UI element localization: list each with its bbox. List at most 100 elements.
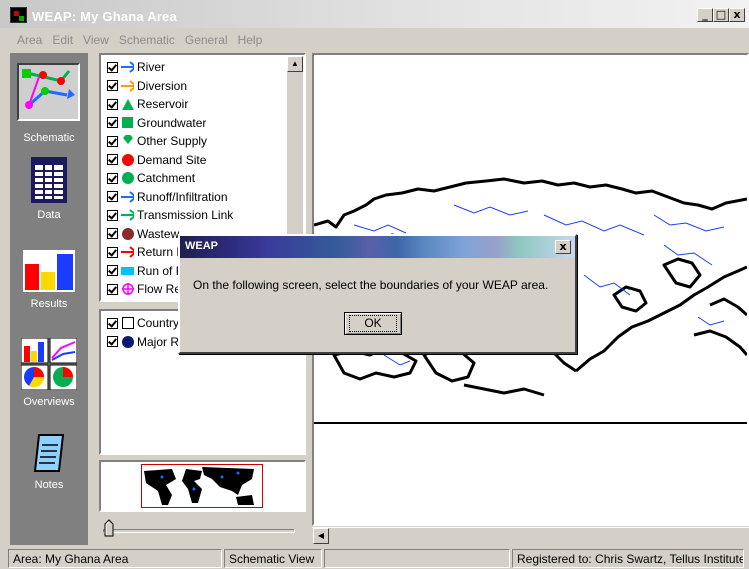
scroll-up-icon[interactable]: ▲ bbox=[287, 56, 303, 72]
legend-label: Transmission Link bbox=[137, 208, 234, 223]
legend-label: Demand Site bbox=[137, 152, 207, 167]
weap-app-icon bbox=[10, 7, 27, 23]
status-bar: Area: My Ghana Area Schematic View Regis… bbox=[0, 547, 749, 569]
legend-list: Country Major Ri bbox=[107, 314, 182, 351]
view-bar: Schematic Data Results Overviews Notes bbox=[10, 53, 88, 545]
legend-checkbox[interactable] bbox=[107, 317, 118, 329]
legend-item-runoff[interactable]: Runoff/Infiltration bbox=[107, 188, 233, 207]
menu-general[interactable]: General bbox=[185, 33, 228, 47]
menu-view[interactable]: View bbox=[83, 33, 109, 47]
country-square-icon bbox=[121, 317, 134, 330]
legend-item-major-rivers[interactable]: Major Ri bbox=[107, 333, 182, 352]
reservoir-triangle-icon bbox=[121, 98, 134, 111]
data-icon bbox=[31, 157, 67, 203]
ok-button[interactable]: OK bbox=[344, 312, 402, 335]
map-horizontal-scrollbar[interactable]: ◀ bbox=[312, 527, 749, 544]
return-flow-arrow-icon bbox=[121, 246, 134, 259]
thumbnail-world-icon bbox=[144, 467, 254, 505]
close-button[interactable]: x bbox=[729, 8, 745, 22]
flow-requirement-target-icon bbox=[121, 283, 134, 296]
maximize-button[interactable]: □ bbox=[713, 8, 729, 22]
ok-button-label: OK bbox=[349, 315, 397, 332]
legend-checkbox[interactable] bbox=[107, 283, 118, 295]
menu-area[interactable]: Area bbox=[17, 33, 42, 47]
minimize-button[interactable]: _ bbox=[697, 8, 713, 22]
legend-checkbox[interactable] bbox=[107, 246, 118, 258]
legend-checkbox[interactable] bbox=[107, 228, 118, 240]
sidebar-item-overviews[interactable]: Overviews bbox=[10, 338, 88, 418]
dialog-close-button[interactable]: x bbox=[555, 240, 571, 254]
legend-label: Runoff/Infiltration bbox=[137, 189, 228, 204]
window-controls: _ □ x bbox=[697, 8, 745, 22]
legend-label: Diversion bbox=[137, 78, 188, 93]
wastewater-circle-icon bbox=[121, 227, 134, 240]
legend-label: Groundwater bbox=[137, 115, 207, 130]
legend-item-groundwater[interactable]: Groundwater bbox=[107, 114, 233, 133]
sidebar-item-notes[interactable]: Notes bbox=[10, 433, 88, 513]
legend-item-reservoir[interactable]: Reservoir bbox=[107, 95, 233, 114]
dialog-message: On the following screen, select the boun… bbox=[193, 278, 549, 292]
slider-track bbox=[103, 529, 295, 533]
sidebar-item-schematic[interactable]: Schematic bbox=[10, 58, 88, 144]
sidebar-item-data[interactable]: Data bbox=[10, 157, 88, 237]
legend-label: Country bbox=[137, 316, 180, 331]
legend-label: Run of F bbox=[137, 263, 184, 278]
schematic-icon bbox=[17, 63, 80, 121]
catchment-circle-icon bbox=[121, 172, 134, 185]
window-title: WEAP: My Ghana Area bbox=[32, 9, 177, 24]
overviews-icon bbox=[21, 338, 77, 390]
thumbnail-viewport[interactable] bbox=[141, 464, 263, 508]
legend-checkbox[interactable] bbox=[107, 154, 118, 166]
transmission-arrow-icon bbox=[121, 209, 134, 222]
dialog-title-bar[interactable]: WEAP x bbox=[180, 236, 575, 258]
legend-item-transmission[interactable]: Transmission Link bbox=[107, 206, 233, 225]
menu-edit[interactable]: Edit bbox=[52, 33, 73, 47]
legend-checkbox[interactable] bbox=[107, 61, 118, 73]
runoff-arrow-icon bbox=[121, 190, 134, 203]
legend-label: Wastew bbox=[137, 226, 180, 241]
legend-item-demand-site[interactable]: Demand Site bbox=[107, 151, 233, 170]
sidebar-item-label: Overviews bbox=[23, 396, 75, 408]
legend-checkbox[interactable] bbox=[107, 336, 118, 348]
sidebar-item-label: Notes bbox=[34, 479, 64, 491]
legend-item-catchment[interactable]: Catchment bbox=[107, 169, 233, 188]
menu-schematic[interactable]: Schematic bbox=[119, 33, 175, 47]
overview-map-thumbnail[interactable] bbox=[99, 460, 306, 512]
legend-item-country[interactable]: Country bbox=[107, 314, 182, 333]
legend-item-diversion[interactable]: Diversion bbox=[107, 77, 233, 96]
legend-checkbox[interactable] bbox=[107, 117, 118, 129]
menu-help[interactable]: Help bbox=[238, 33, 263, 47]
menu-bar: Area Edit View Schematic General Help bbox=[0, 30, 749, 50]
slider-thumb[interactable] bbox=[104, 519, 114, 537]
other-supply-diamond-icon bbox=[121, 135, 134, 148]
legend-label: Reservoir bbox=[137, 97, 189, 112]
weap-message-dialog: WEAP x On the following screen, select t… bbox=[178, 234, 577, 354]
run-of-river-bar-icon bbox=[121, 264, 134, 277]
legend-checkbox[interactable] bbox=[107, 209, 118, 221]
river-arrow-icon bbox=[121, 61, 134, 74]
legend-checkbox[interactable] bbox=[107, 191, 118, 203]
major-rivers-circle-icon bbox=[121, 335, 134, 348]
sidebar-item-results[interactable]: Results bbox=[10, 250, 88, 330]
sidebar-item-label: Data bbox=[37, 209, 61, 221]
legend-label: Flow Re bbox=[137, 282, 182, 297]
legend-label: Other Supply bbox=[137, 134, 208, 149]
results-icon bbox=[23, 250, 75, 292]
zoom-slider[interactable] bbox=[99, 516, 306, 544]
legend-checkbox[interactable] bbox=[107, 80, 118, 92]
title-bar[interactable]: WEAP: My Ghana Area _ □ x bbox=[0, 0, 749, 28]
legend-label: River bbox=[137, 60, 166, 75]
legend-checkbox[interactable] bbox=[107, 172, 118, 184]
legend-checkbox[interactable] bbox=[107, 135, 118, 147]
legend-item-other-supply[interactable]: Other Supply bbox=[107, 132, 233, 151]
status-blank bbox=[324, 548, 510, 568]
weap-main-window: WEAP: My Ghana Area _ □ x Area Edit View… bbox=[0, 0, 749, 569]
scroll-left-icon[interactable]: ◀ bbox=[313, 528, 329, 544]
legend-label: Major Ri bbox=[137, 334, 182, 349]
dialog-title: WEAP bbox=[185, 240, 218, 252]
legend-checkbox[interactable] bbox=[107, 98, 118, 110]
sidebar-item-label: Schematic bbox=[23, 132, 75, 144]
status-area: Area: My Ghana Area bbox=[8, 548, 222, 568]
legend-checkbox[interactable] bbox=[107, 265, 118, 277]
legend-item-river[interactable]: River bbox=[107, 58, 233, 77]
